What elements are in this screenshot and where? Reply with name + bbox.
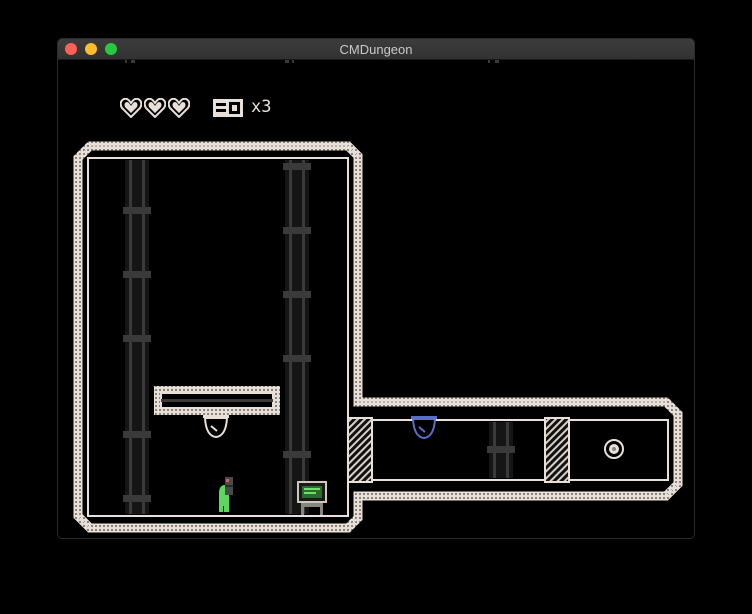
game-viewport [73, 60, 683, 533]
dungeon-wall-outer [73, 141, 683, 533]
ceiling-marks [125, 60, 499, 63]
pillar-left [123, 160, 151, 514]
player-character[interactable] [219, 477, 233, 512]
pillar-center [283, 160, 311, 514]
ceiling-lamp-blue [411, 416, 437, 440]
computer-terminal[interactable] [297, 481, 327, 515]
hatched-door-right[interactable] [544, 417, 570, 483]
glowing-orb[interactable] [604, 439, 624, 459]
hatched-door-left[interactable] [347, 417, 373, 483]
window-title: CMDungeon [339, 42, 413, 57]
pillar-corridor [487, 422, 515, 478]
ceiling-lamp-white [203, 415, 229, 439]
dungeon-wall-inner [87, 157, 669, 517]
floating-platform [154, 386, 280, 415]
title-bar: CMDungeon [58, 39, 694, 60]
game-window: CMDungeon x3 [57, 38, 695, 539]
